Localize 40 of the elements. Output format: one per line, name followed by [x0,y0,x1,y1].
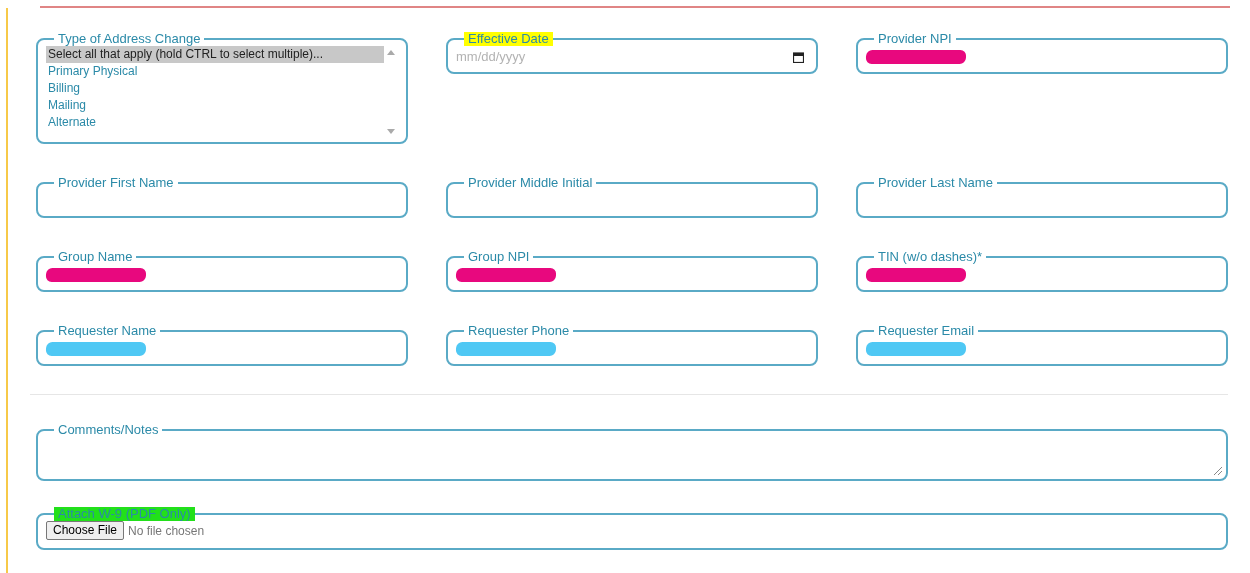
field-label: Provider NPI [877,32,953,46]
date-input[interactable]: mm/dd/yyyy [456,47,793,67]
listbox-option[interactable]: Primary Physical [46,63,384,80]
calendar-icon[interactable] [793,51,804,63]
text-field[interactable]: Group Name [36,250,408,292]
choose-file-button[interactable]: Choose File [46,521,125,540]
text-field[interactable]: Provider Last Name [856,176,1228,218]
field-label: Effective Date [464,32,553,46]
text-field[interactable]: Provider Middle Initial [446,176,818,218]
field-label: Provider Last Name [877,176,994,190]
text-field[interactable]: Requester Name [36,324,408,366]
comments-field[interactable]: Comments/Notes [36,423,1228,481]
field-label: Requester Email [877,324,976,338]
file-field[interactable]: Attach W-9 (PDF Only) Choose File No file chosen [36,507,1228,550]
resize-handle-icon[interactable] [1214,467,1222,475]
listbox[interactable]: Type of Address Change Select all that apply (hold CTRL to select multiple)... Primary Physical Billing Mailing Alternate [36,32,408,144]
text-field[interactable]: Requester Phone [446,324,818,366]
scroll-up-icon[interactable] [387,50,395,55]
field-label: Provider First Name [57,176,175,190]
field-label: Comments/Notes [57,423,160,437]
field-label: Requester Name [57,324,158,338]
field-label: Type of Address Change [57,32,202,46]
scroll-down-icon[interactable] [387,129,395,134]
field-label: Group Name [57,250,134,264]
listbox-option[interactable]: Mailing [46,97,384,114]
field-label: Group NPI [467,250,531,264]
date-field[interactable]: Effective Date mm/dd/yyyy [446,32,818,74]
listbox-option[interactable]: Billing [46,80,384,97]
text-field[interactable]: TIN (w/o dashes)* [856,250,1228,292]
field-label: Requester Phone [467,324,571,338]
listbox-option[interactable]: Select all that apply (hold CTRL to select multiple)... [46,46,384,63]
listbox-option[interactable]: Alternate [46,114,384,131]
text-field[interactable]: Provider NPI [856,32,1228,74]
text-field[interactable]: Requester Email [856,324,1228,366]
field-label: Attach W-9 (PDF Only) [54,507,195,521]
text-field[interactable]: Provider First Name [36,176,408,218]
text-field[interactable]: Group NPI [446,250,818,292]
field-label: Provider Middle Initial [467,176,594,190]
file-status: No file chosen [128,522,205,540]
field-label: TIN (w/o dashes)* [877,250,984,264]
